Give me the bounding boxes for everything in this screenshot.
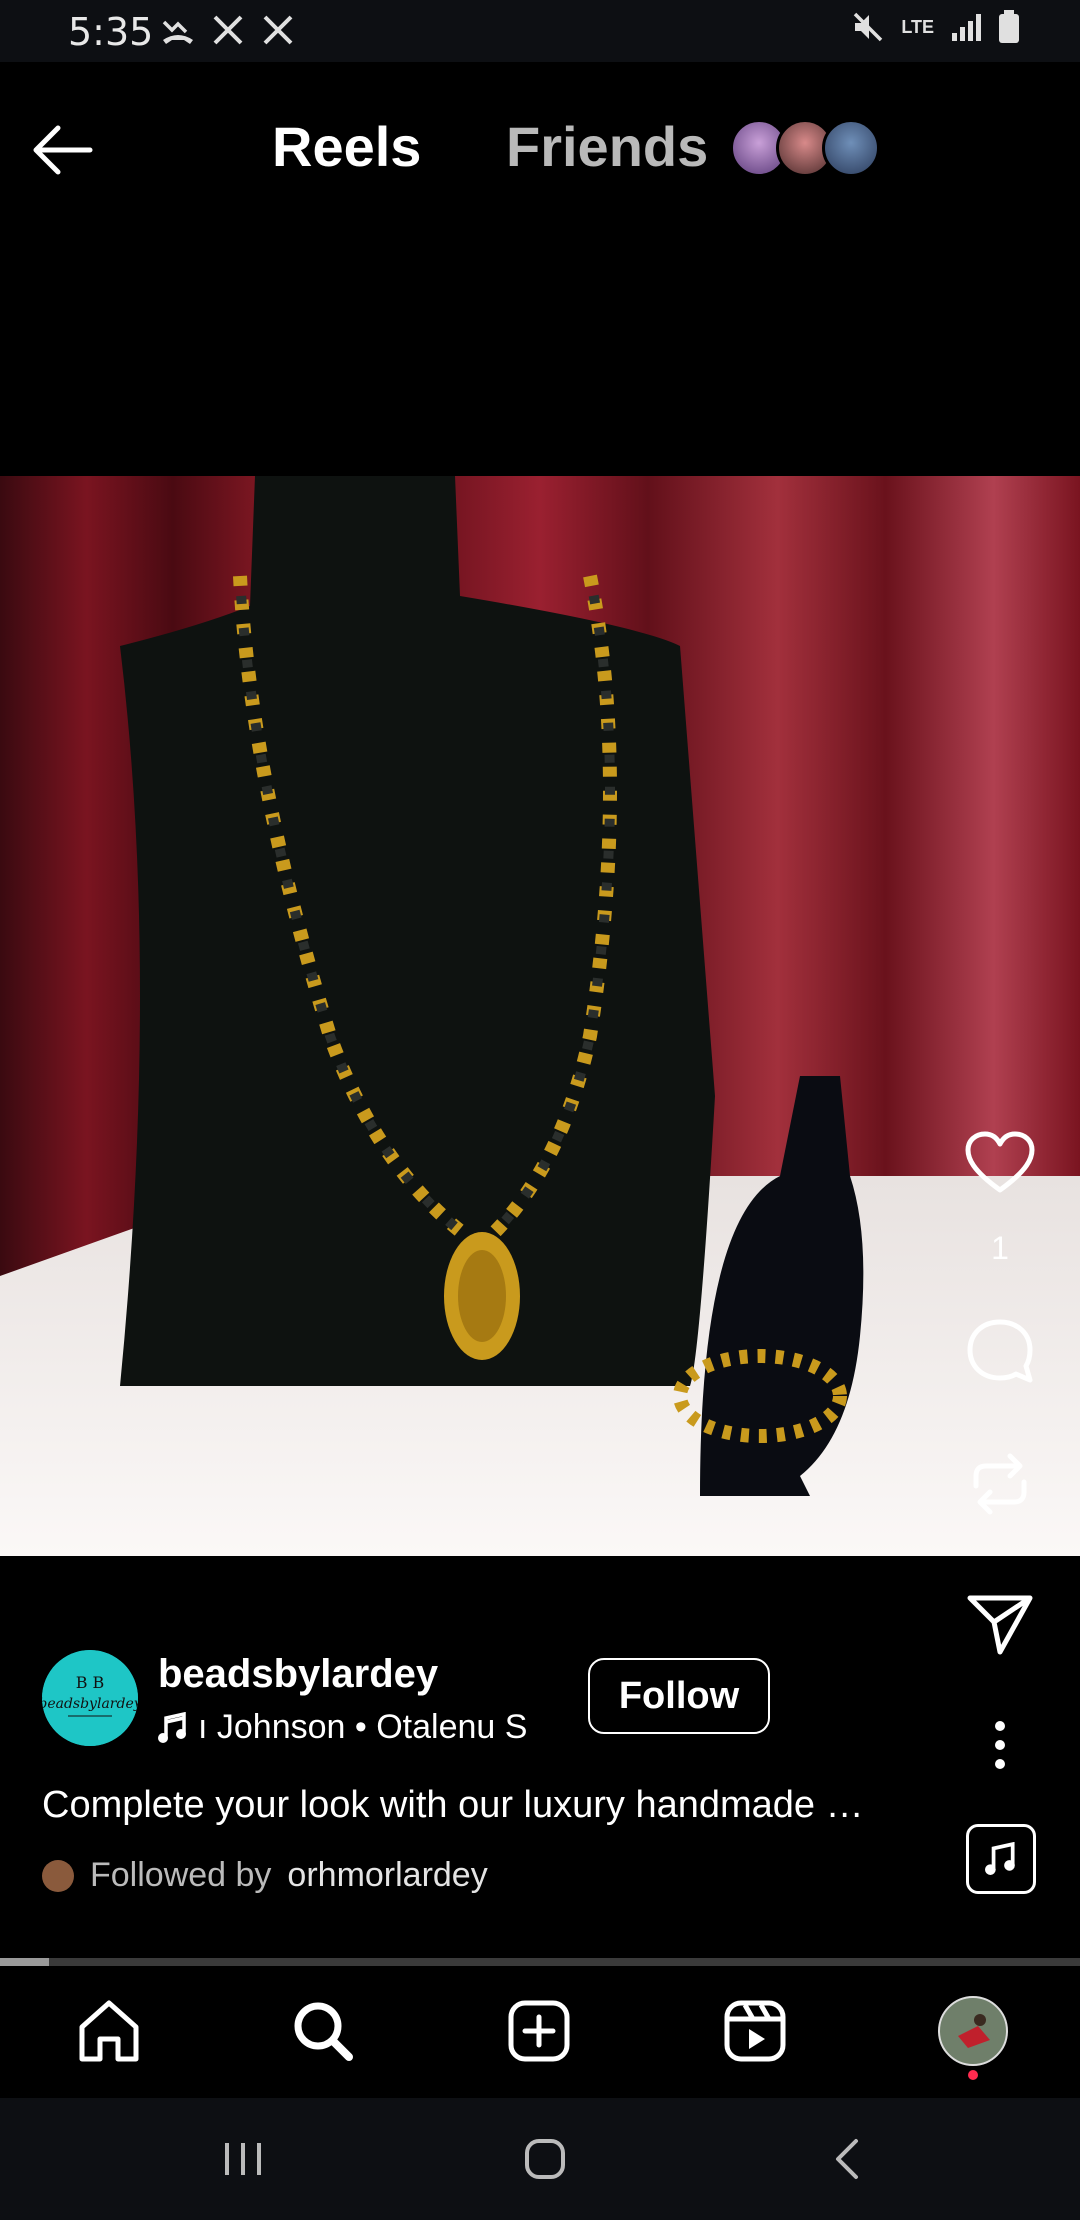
recent-apps-icon xyxy=(225,2143,261,2175)
reels-icon xyxy=(724,2000,786,2062)
video-progress-bar[interactable] xyxy=(0,1958,1080,1966)
repost-icon xyxy=(973,1453,1027,1515)
followed-by[interactable]: Followed by orhmorlardey xyxy=(42,1856,488,1895)
recent-apps-button[interactable] xyxy=(208,2134,278,2184)
bottom-navigation xyxy=(0,1966,1080,2098)
followed-by-label: Followed by xyxy=(90,1856,272,1894)
audio-attribution[interactable]: ı Johnson • Otalenu S xyxy=(158,1708,527,1747)
comment-button[interactable] xyxy=(960,1316,1040,1388)
comment-icon xyxy=(967,1319,1033,1383)
tab-reels[interactable]: Reels xyxy=(272,114,421,179)
back-button[interactable] xyxy=(812,2134,882,2184)
search-icon xyxy=(294,2002,353,2061)
audio-title: ı Johnson • Otalenu S xyxy=(198,1708,528,1746)
status-bar: 5:35 LTE xyxy=(0,0,1080,62)
follow-button[interactable]: Follow xyxy=(588,1658,770,1734)
post-caption[interactable]: Complete your look with our luxury handm… xyxy=(42,1784,942,1827)
tab-friends[interactable]: Friends xyxy=(506,114,708,179)
nav-profile[interactable] xyxy=(938,1996,1008,2066)
nav-create[interactable] xyxy=(504,1996,574,2066)
audio-page-button[interactable] xyxy=(966,1824,1036,1894)
missed-call-icon xyxy=(162,20,193,44)
battery-icon xyxy=(999,10,1019,43)
svg-text:B B: B B xyxy=(76,1673,105,1692)
remix-button[interactable] xyxy=(960,1448,1040,1520)
like-button[interactable] xyxy=(960,1130,1040,1196)
home-button[interactable] xyxy=(510,2134,580,2184)
author-row: B B beadsbylardey beadsbylardey ı Johnso… xyxy=(42,1650,842,1750)
brand-logo-icon: B B beadsbylardey xyxy=(42,1650,138,1746)
signal-icon xyxy=(952,14,981,41)
x-app-icon xyxy=(263,15,293,45)
video-progress-fill xyxy=(0,1958,49,1966)
system-navigation xyxy=(0,2098,1080,2220)
lte-data-icon: LTE xyxy=(901,16,934,37)
author-avatar[interactable]: B B beadsbylardey xyxy=(42,1650,138,1746)
friend-avatar xyxy=(822,119,880,177)
profile-avatar xyxy=(938,1996,1008,2066)
share-button[interactable] xyxy=(960,1592,1040,1658)
friends-avatars[interactable] xyxy=(730,119,880,177)
add-post-icon xyxy=(508,2000,570,2062)
more-options-button[interactable] xyxy=(960,1720,1040,1770)
followed-by-user: orhmorlardey xyxy=(287,1856,488,1894)
status-time: 5:35 xyxy=(68,10,154,54)
home-icon xyxy=(79,2000,139,2062)
back-arrow-icon[interactable] xyxy=(30,122,96,178)
more-vertical-icon xyxy=(995,1721,1005,1769)
reel-video[interactable] xyxy=(0,476,1080,1556)
home-circle-icon xyxy=(525,2139,565,2179)
nav-home[interactable] xyxy=(74,1996,144,2066)
author-username[interactable]: beadsbylardey xyxy=(158,1652,438,1697)
nav-search[interactable] xyxy=(288,1996,358,2066)
chevron-left-icon xyxy=(836,2139,858,2179)
status-left-icons xyxy=(160,12,296,48)
svg-text:beadsbylardey: beadsbylardey xyxy=(42,1696,138,1712)
heart-icon xyxy=(965,1131,1035,1193)
send-icon xyxy=(967,1595,1033,1655)
x-app-icon xyxy=(213,15,243,45)
notification-dot xyxy=(968,2070,978,2080)
music-note-icon xyxy=(985,1842,1015,1875)
nav-reels[interactable] xyxy=(720,1996,790,2066)
follower-avatar xyxy=(42,1859,74,1892)
status-right-icons: LTE xyxy=(851,10,1020,44)
jewelry-photo xyxy=(0,476,1080,1556)
music-note-icon xyxy=(158,1711,186,1743)
mute-icon xyxy=(854,12,883,42)
reels-header: Reels Friends xyxy=(0,62,1080,232)
like-count: 1 xyxy=(991,1230,1009,1266)
